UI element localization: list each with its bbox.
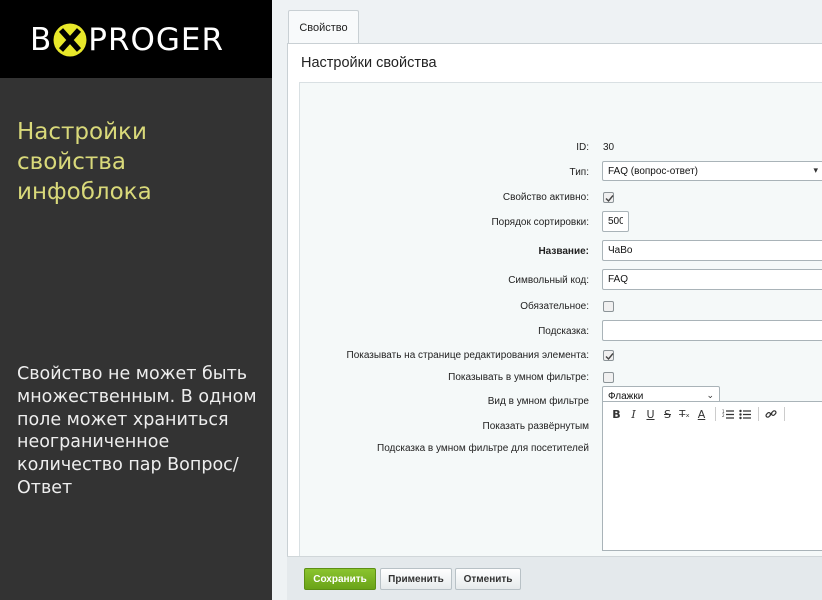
tab-bar: Свойство [287, 7, 822, 45]
font-color-icon[interactable]: A [694, 406, 709, 422]
id-label: ID: [576, 142, 589, 153]
link-icon[interactable] [763, 406, 778, 422]
checkmark-icon [605, 195, 614, 203]
filter-hint-label: Подсказка в умном фильтре для посетителе… [377, 443, 589, 454]
logo[interactable]: B PROGER [30, 20, 224, 60]
chevron-down-icon: ⌄ [706, 390, 714, 400]
left-panel: B PROGER Настройки свойства инфоблока Св… [0, 0, 272, 600]
logo-x-icon [53, 23, 87, 57]
show-edit-label: Показывать на странице редактирования эл… [346, 350, 590, 361]
expanded-label: Показать развёрнутым [482, 421, 589, 432]
strikethrough-icon[interactable]: S [660, 406, 675, 422]
id-value: 30 [603, 142, 615, 153]
italic-icon[interactable]: I [626, 406, 641, 422]
sort-input[interactable] [602, 211, 629, 232]
form-footer: Сохранить Применить Отменить [287, 556, 822, 600]
panel-title: Настройки свойства инфоблока [17, 119, 152, 205]
toolbar-separator [784, 407, 785, 421]
apply-button[interactable]: Применить [380, 568, 452, 590]
logo-bar: B PROGER [0, 0, 272, 78]
code-input[interactable] [602, 269, 822, 290]
toolbar-separator [758, 407, 759, 421]
toolbar-separator [715, 407, 716, 421]
filter-hint-editor[interactable]: B I U S T̶ₓ A 12 [602, 401, 822, 551]
checkmark-icon [605, 353, 614, 361]
admin-panel: Свойство Настройки свойства ID: 30 Тип: … [272, 0, 822, 600]
type-label: Тип: [569, 167, 589, 178]
sort-label: Порядок сортировки: [491, 217, 589, 228]
name-input[interactable] [602, 240, 822, 261]
section-title: Настройки свойства [301, 55, 437, 71]
type-select[interactable]: FAQ (вопрос-ответ) ▾ [602, 161, 822, 181]
active-checkbox[interactable] [603, 192, 614, 203]
tab-content: Настройки свойства ID: 30 Тип: FAQ (вопр… [287, 43, 822, 557]
hint-input[interactable] [602, 320, 822, 341]
code-label: Символьный код: [508, 275, 589, 286]
required-label: Обязательное: [520, 301, 589, 312]
panel-description: Свойство не может быть множественным. В … [17, 364, 257, 498]
logo-text-left: B [30, 22, 53, 58]
filter-view-label: Вид в умном фильтре [487, 396, 589, 407]
name-label: Название: [538, 246, 589, 257]
cancel-button[interactable]: Отменить [455, 568, 521, 590]
smart-filter-label: Показывать в умном фильтре: [448, 372, 589, 383]
svg-text:2: 2 [722, 413, 725, 418]
hint-label: Подсказка: [538, 326, 589, 337]
active-label: Свойство активно: [502, 192, 589, 203]
unordered-list-icon[interactable] [737, 406, 752, 422]
required-checkbox[interactable] [603, 301, 614, 312]
ordered-list-icon[interactable]: 12 [720, 406, 735, 422]
underline-icon[interactable]: U [643, 406, 658, 422]
clear-format-icon[interactable]: T̶ₓ [677, 406, 692, 422]
tab-property[interactable]: Свойство [288, 10, 359, 45]
type-select-value: FAQ (вопрос-ответ) [608, 166, 699, 177]
show-edit-checkbox[interactable] [603, 350, 614, 361]
editor-toolbar: B I U S T̶ₓ A 12 [603, 402, 822, 426]
save-button[interactable]: Сохранить [304, 568, 376, 590]
chevron-down-icon: ▾ [813, 165, 818, 175]
logo-text-right: PROGER [88, 22, 225, 58]
smart-filter-checkbox[interactable] [603, 372, 614, 383]
bold-icon[interactable]: B [609, 406, 624, 422]
